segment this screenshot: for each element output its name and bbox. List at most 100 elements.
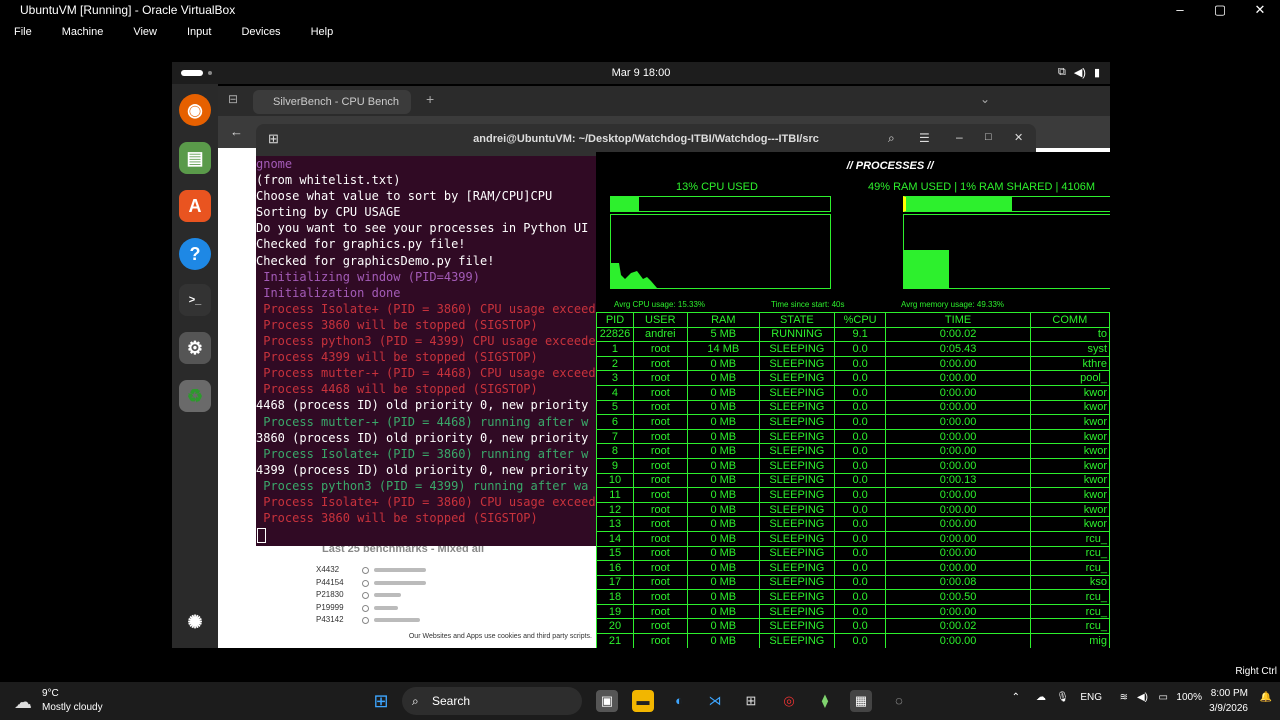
app-center-icon[interactable]: A [179, 190, 211, 222]
virtualbox-vm-icon[interactable]: ▦ [850, 690, 872, 712]
speaker-icon[interactable]: ◀) [1137, 690, 1148, 705]
table-cell: 0 MB [686, 399, 761, 416]
search-icon[interactable]: ⌕ [888, 131, 895, 146]
terminal-icon[interactable]: >_ [179, 284, 211, 316]
avg-mem-label: Avrg memory usage: 49.33% [901, 300, 1005, 309]
chevron-up-icon[interactable]: ⌃ [1012, 690, 1020, 705]
battery-icon[interactable]: ▭ [1159, 690, 1168, 705]
table-cell: rcu_ [1029, 589, 1110, 605]
ubuntu-clock[interactable]: Mar 9 18:00 [172, 67, 1110, 79]
terminal-output[interactable]: gnome (from whitelist.txt) Choose what val… [256, 156, 596, 546]
table-row: 3 root 0 MB SLEEPING 0.0 0:00.00 pool_ [596, 370, 1110, 386]
table-cell: 0:00.00 [885, 603, 1031, 620]
wifi-icon[interactable]: ≋ [1120, 690, 1128, 705]
back-arrow-icon[interactable]: ← [230, 124, 243, 139]
firefox-icon[interactable]: ◉ [179, 94, 211, 126]
chrome-icon[interactable]: ◎ [778, 690, 800, 712]
ubuntu-topbar: Mar 9 18:00 ⧉ ◀) ▮ [172, 62, 1110, 84]
menu-view[interactable]: View [133, 26, 157, 38]
cpu-usage-fill [611, 197, 639, 211]
settings-icon[interactable]: ⚙ [179, 332, 211, 364]
taskbar-search[interactable]: ⌕ Search [402, 687, 582, 715]
edge-icon[interactable]: ◐ [668, 690, 690, 712]
taskbar-date[interactable]: 3/9/2026 [1198, 701, 1248, 716]
table-cell: 0.0 [833, 516, 887, 532]
menu-input[interactable]: Input [187, 26, 211, 38]
table-cell: 0 MB [686, 574, 761, 591]
table-cell: 0.0 [833, 618, 887, 635]
terminal-line: Process Isolate+ (PID = 3860) CPU usage … [256, 301, 596, 316]
table-cell: 0.0 [833, 633, 887, 648]
table-cell: 0 MB [686, 414, 761, 430]
trash-icon[interactable]: ♻ [179, 380, 211, 412]
table-cell: 0.0 [833, 487, 887, 503]
table-cell: 0:05.43 [885, 341, 1031, 357]
minimize-icon[interactable]: – [956, 130, 963, 144]
table-cell: 0:00.00 [885, 501, 1031, 518]
bench-status-icon [362, 604, 369, 612]
new-tab-icon[interactable]: + [426, 91, 434, 107]
volume-icon[interactable]: ◀) [1074, 66, 1086, 79]
terminal-line: Do you want to see your processes in Pyt… [256, 221, 589, 236]
table-cell: root [632, 530, 688, 547]
help-icon[interactable]: ? [179, 238, 211, 270]
avg-cpu-label: Avrg CPU usage: 15.33% [614, 300, 706, 309]
browser-tab[interactable]: SilverBench - CPU Bench [253, 90, 411, 114]
table-cell: 15 [596, 545, 634, 562]
close-icon[interactable]: ✕ [1240, 0, 1280, 20]
terminal-line: Process 4468 will be stopped (SIGSTOP) [256, 382, 538, 397]
taskbar-time[interactable]: 8:00 PM [1198, 686, 1248, 701]
notification-bell-icon[interactable]: 🔔 [1260, 690, 1272, 705]
vscode-icon[interactable]: ⋊ [704, 690, 726, 712]
network-icon[interactable]: ⧉ [1058, 66, 1066, 79]
table-row: 13 root 0 MB SLEEPING 0.0 0:00.00 kwor [596, 516, 1110, 532]
files-icon[interactable]: ▤ [179, 142, 211, 174]
table-cell: 22826 [596, 326, 634, 343]
table-cell: SLEEPING [759, 618, 835, 635]
table-cell: root [632, 414, 688, 430]
tab-list-icon[interactable]: ⊟ [228, 92, 238, 106]
file-explorer-icon[interactable]: ▬ [632, 690, 654, 712]
close-icon[interactable]: ✕ [1014, 131, 1023, 144]
table-cell: SLEEPING [759, 545, 835, 562]
minimize-icon[interactable]: – [1160, 0, 1200, 20]
processes-window: // PROCESSES // 13% CPU USED 49% RAM USE… [596, 152, 1110, 648]
recording-icon[interactable]: ◌ [888, 690, 910, 712]
show-apps-icon[interactable]: ✺ [179, 606, 211, 638]
terminal-line: Checked for graphics.py file! [256, 237, 466, 252]
windows-start-icon[interactable]: ⊞ [370, 690, 392, 712]
table-cell: 18 [596, 589, 634, 605]
virtualbox-manager-icon[interactable]: ⧫ [814, 690, 836, 712]
table-cell: kwor [1029, 414, 1110, 430]
table-cell: 0 MB [686, 370, 761, 386]
menu-devices[interactable]: Devices [241, 26, 280, 38]
table-cell: root [632, 472, 688, 489]
language-indicator[interactable]: ENG [1080, 690, 1102, 705]
microphone-icon[interactable]: 🎙 [1056, 690, 1069, 705]
table-cell: 0.0 [833, 341, 887, 357]
table-cell: SLEEPING [759, 574, 835, 591]
table-cell: RUNNING [759, 326, 835, 343]
menu-help[interactable]: Help [311, 26, 334, 38]
table-cell: 19 [596, 603, 634, 620]
table-cell: 14 [596, 530, 634, 547]
chevron-down-icon[interactable]: ⌄ [980, 92, 990, 106]
store-icon[interactable]: ⊞ [740, 690, 762, 712]
table-cell: 5 [596, 399, 634, 416]
table-cell: 0.0 [833, 370, 887, 386]
bench-row-name: P44154 [316, 577, 344, 587]
table-cell: 0:00.00 [885, 530, 1031, 547]
table-cell: root [632, 618, 688, 635]
task-view-icon[interactable]: ▣ [596, 690, 618, 712]
menu-machine[interactable]: Machine [62, 26, 104, 38]
weather-temp: 9°C [42, 688, 59, 699]
menu-icon[interactable]: ☰ [919, 131, 930, 145]
maximize-icon[interactable]: □ [985, 131, 992, 143]
cloud-sync-icon[interactable]: ☁ [1036, 690, 1046, 705]
menu-file[interactable]: File [14, 26, 32, 38]
table-row: 14 root 0 MB SLEEPING 0.0 0:00.00 rcu_ [596, 530, 1110, 547]
maximize-icon[interactable]: ▢ [1200, 0, 1240, 20]
table-cell: 0 MB [686, 618, 761, 635]
table-cell: 0 MB [686, 384, 761, 401]
battery-icon[interactable]: ▮ [1094, 66, 1100, 79]
